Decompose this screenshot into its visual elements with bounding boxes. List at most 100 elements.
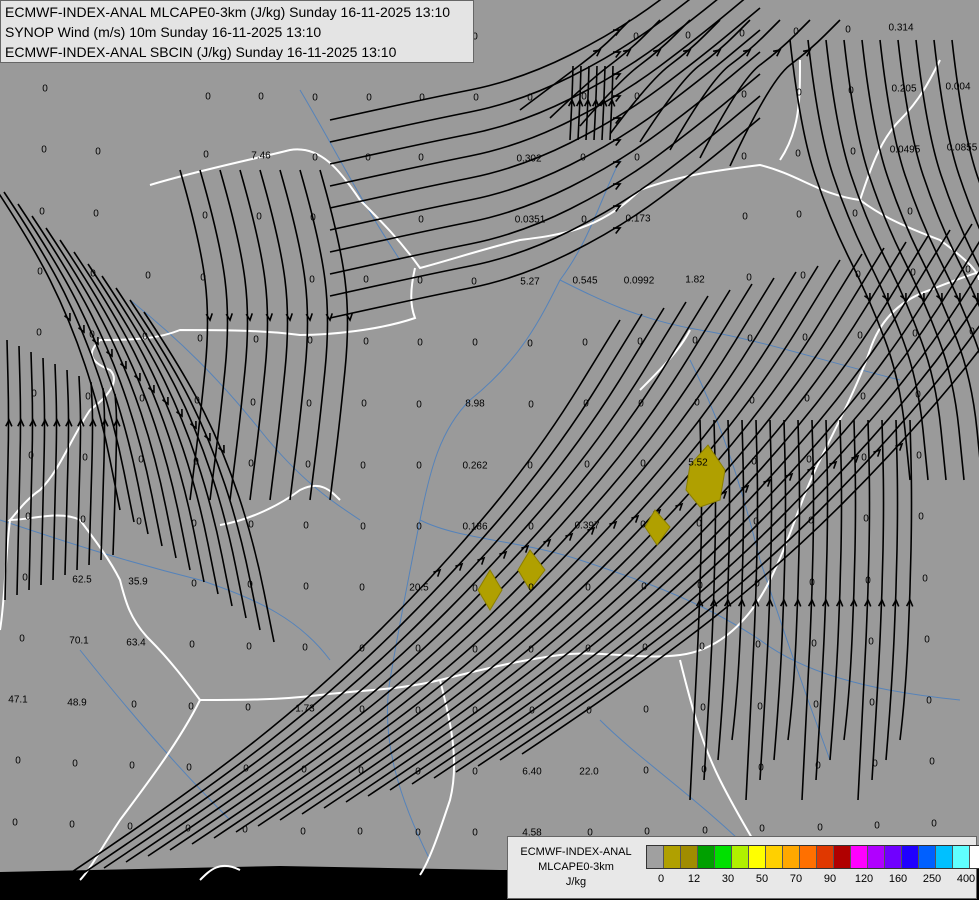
cin-value-label: 0 xyxy=(701,764,707,776)
cin-value-label: 0 xyxy=(473,92,479,104)
cin-value-label: 0 xyxy=(245,702,251,714)
cin-value-label: 0 xyxy=(142,331,148,343)
cin-value-label: 0 xyxy=(357,826,363,838)
cin-value-label: 0 xyxy=(28,450,34,462)
cin-value-label: 0 xyxy=(848,85,854,97)
cin-value-label: 0 xyxy=(918,511,924,523)
cin-value-label: 0 xyxy=(915,389,921,401)
cin-value-label: 0 xyxy=(366,92,372,104)
cin-value-label: 0 xyxy=(306,398,312,410)
legend-unit: J/kg xyxy=(565,876,587,888)
cin-value-label: 0 xyxy=(642,642,648,654)
cin-value-label: 0 xyxy=(243,763,249,775)
cin-value-label: 0 xyxy=(581,91,587,103)
cin-value-label: 0 xyxy=(872,758,878,770)
cin-value-label: 0 xyxy=(194,395,200,407)
cin-value-label: 47.1 xyxy=(8,694,28,706)
legend-tick-label: 30 xyxy=(721,873,735,885)
cin-value-label: 0 xyxy=(12,817,18,829)
cin-value-label: 0 xyxy=(359,582,365,594)
cin-value-label: 0 xyxy=(926,695,932,707)
cin-value-label: 0 xyxy=(527,338,533,350)
cin-value-label: 0 xyxy=(581,214,587,226)
cin-value-label: 0 xyxy=(301,764,307,776)
cin-value-label: 0 xyxy=(39,206,45,218)
cin-value-label: 70.1 xyxy=(69,635,89,647)
cin-value-label: 7.46 xyxy=(251,150,271,162)
cin-value-label: 0 xyxy=(197,333,203,345)
cin-value-label: 0 xyxy=(80,514,86,526)
cin-value-label: 0 xyxy=(31,388,37,400)
cin-value-label: 0 xyxy=(472,705,478,717)
cin-value-label: 0.0992 xyxy=(623,275,655,287)
cin-value-label: 0 xyxy=(415,643,421,655)
cin-value-label: 0 xyxy=(418,214,424,226)
cin-value-label: 0 xyxy=(188,701,194,713)
cin-value-label: 0 xyxy=(131,699,137,711)
cin-value-label: 0 xyxy=(138,454,144,466)
legend-title-line1: ECMWF-INDEX-ANAL xyxy=(520,846,632,858)
legend-swatch xyxy=(681,846,698,868)
legend-tick-label: 0 xyxy=(657,873,665,885)
cin-value-label: 0 xyxy=(643,704,649,716)
cin-value-label: 0 xyxy=(865,575,871,587)
cin-value-label: 0 xyxy=(755,639,761,651)
cin-value-label: 0 xyxy=(471,276,477,288)
cin-value-label: 0 xyxy=(804,393,810,405)
cin-value-label: 0 xyxy=(89,329,95,341)
cin-value-label: 0 xyxy=(584,459,590,471)
cin-value-label: 0 xyxy=(19,633,25,645)
cin-value-label: 0 xyxy=(811,638,817,650)
cin-value-label: 0 xyxy=(416,399,422,411)
cin-value-label: 0.173 xyxy=(625,213,651,225)
cin-value-label: 0 xyxy=(806,454,812,466)
legend-swatch xyxy=(970,846,979,868)
cin-value-label: 0 xyxy=(258,91,264,103)
cin-value-label: 22.0 xyxy=(579,766,599,778)
cin-value-label: 0 xyxy=(850,146,856,158)
legend-swatch xyxy=(715,846,732,868)
map-canvas xyxy=(0,0,979,900)
cin-value-label: 0 xyxy=(205,91,211,103)
legend-swatch xyxy=(783,846,800,868)
cin-value-label: 0 xyxy=(359,704,365,716)
cin-value-label: 0 xyxy=(580,152,586,164)
cin-value-label: 0 xyxy=(250,397,256,409)
cin-value-label: 0 xyxy=(472,583,478,595)
cin-value-label: 0 xyxy=(739,28,745,40)
cin-value-label: 0 xyxy=(312,152,318,164)
cin-value-label: 0 xyxy=(861,452,867,464)
cin-value-label: 0 xyxy=(185,823,191,835)
cin-value-label: 0 xyxy=(758,762,764,774)
cin-value-label: 0 xyxy=(741,89,747,101)
cin-value-label: 0 xyxy=(641,581,647,593)
cin-value-label: 0 xyxy=(874,820,880,832)
legend-swatch xyxy=(953,846,970,868)
cin-value-label: 0 xyxy=(85,391,91,403)
cin-value-label: 0 xyxy=(360,521,366,533)
cin-value-label: 5.27 xyxy=(520,276,540,288)
cin-value-label: 0 xyxy=(528,521,534,533)
cin-value-label: 0 xyxy=(358,765,364,777)
cin-value-label: 20.5 xyxy=(409,582,429,594)
cin-value-label: 0 xyxy=(637,336,643,348)
cin-value-label: 0 xyxy=(416,460,422,472)
cin-value-label: 0 xyxy=(417,275,423,287)
cin-value-label: 0 xyxy=(583,398,589,410)
legend-swatch xyxy=(851,846,868,868)
cin-value-label: 0 xyxy=(800,270,806,282)
cin-value-label: 0 xyxy=(415,705,421,717)
legend-color-scale xyxy=(646,845,979,869)
cin-value-label: 48.9 xyxy=(67,697,87,709)
cin-value-label: 0 xyxy=(418,152,424,164)
cin-value-label: 62.5 xyxy=(72,574,92,586)
cin-value-label: 0 xyxy=(931,818,937,830)
cin-value-label: 0 xyxy=(93,208,99,220)
cin-value-label: 0 xyxy=(309,274,315,286)
cin-value-label: 0 xyxy=(136,516,142,528)
cin-value-label: 0.302 xyxy=(516,153,542,165)
cin-value-label: 0 xyxy=(529,705,535,717)
cin-value-label: 0 xyxy=(248,458,254,470)
cin-value-label: 0 xyxy=(200,272,206,284)
map-header-panel: ECMWF-INDEX-ANAL MLCAPE0-3km (J/kg) Sund… xyxy=(0,0,474,63)
